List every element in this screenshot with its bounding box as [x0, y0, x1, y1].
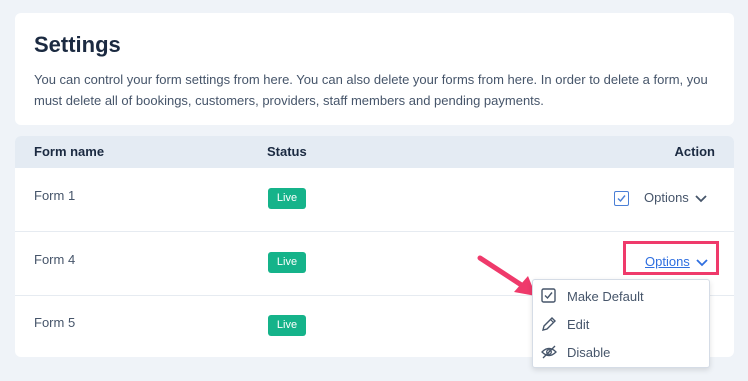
- default-checkbox[interactable]: [614, 191, 629, 206]
- form-name: Form 4: [34, 252, 76, 267]
- menu-item-disable[interactable]: Disable: [541, 342, 701, 364]
- options-highlight-box: [623, 241, 719, 275]
- settings-card: Settings You can control your form setti…: [15, 13, 734, 125]
- menu-item-label: Edit: [567, 317, 590, 332]
- menu-item-edit[interactable]: Edit: [541, 314, 701, 336]
- form-name: Form 5: [34, 315, 76, 330]
- menu-item-label: Make Default: [567, 289, 644, 304]
- pencil-icon: [541, 316, 557, 335]
- chevron-down-icon: [695, 191, 707, 206]
- column-header-form-name: Form name: [34, 144, 105, 159]
- status-badge: Live: [268, 252, 306, 273]
- options-label: Options: [644, 190, 689, 205]
- column-header-status: Status: [267, 144, 307, 159]
- status-badge: Live: [268, 188, 306, 209]
- table-header: Form name Status Action: [15, 136, 734, 168]
- check-icon: [617, 195, 626, 203]
- checkbox-check-icon: [541, 288, 557, 307]
- settings-description: You can control your form settings from …: [34, 72, 708, 108]
- menu-item-label: Disable: [567, 345, 611, 360]
- form-name: Form 1: [34, 188, 76, 203]
- column-header-action: Action: [674, 144, 715, 159]
- options-menu: Make Default Edit Disable: [532, 279, 710, 368]
- table-row: Form 1 Live Options: [15, 168, 734, 232]
- eye-slash-icon: [541, 344, 557, 363]
- options-dropdown-button[interactable]: Options: [644, 190, 707, 206]
- status-badge: Live: [268, 315, 306, 336]
- menu-item-make-default[interactable]: Make Default: [541, 286, 701, 308]
- page-title: Settings: [34, 32, 121, 57]
